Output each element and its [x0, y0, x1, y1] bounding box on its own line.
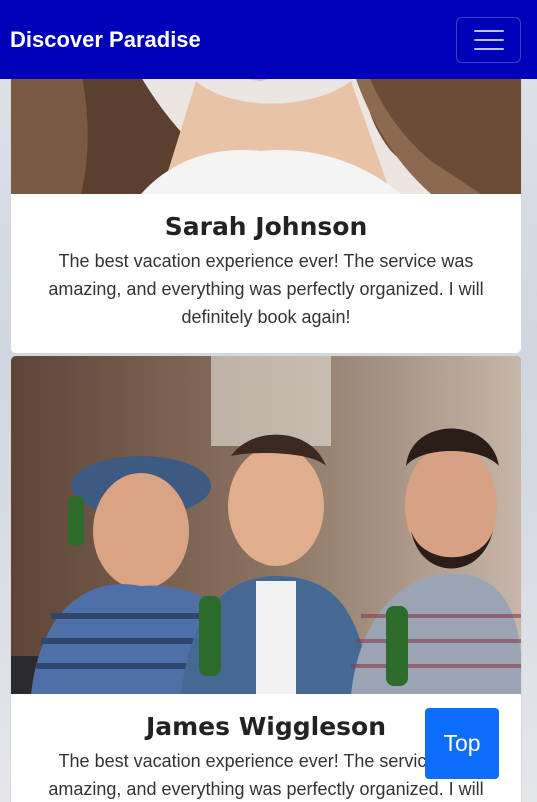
scroll-top-button[interactable]: Top — [425, 708, 499, 779]
testimonial-photo — [11, 356, 521, 694]
brand-link[interactable]: Discover Paradise — [10, 27, 201, 53]
testimonial-name: Sarah Johnson — [164, 212, 368, 241]
menu-toggle-button[interactable] — [456, 16, 521, 63]
hamburger-icon — [473, 29, 504, 32]
testimonial-quote: The best vacation experience ever! The s… — [48, 251, 484, 327]
navbar: Discover Paradise — [0, 0, 537, 79]
